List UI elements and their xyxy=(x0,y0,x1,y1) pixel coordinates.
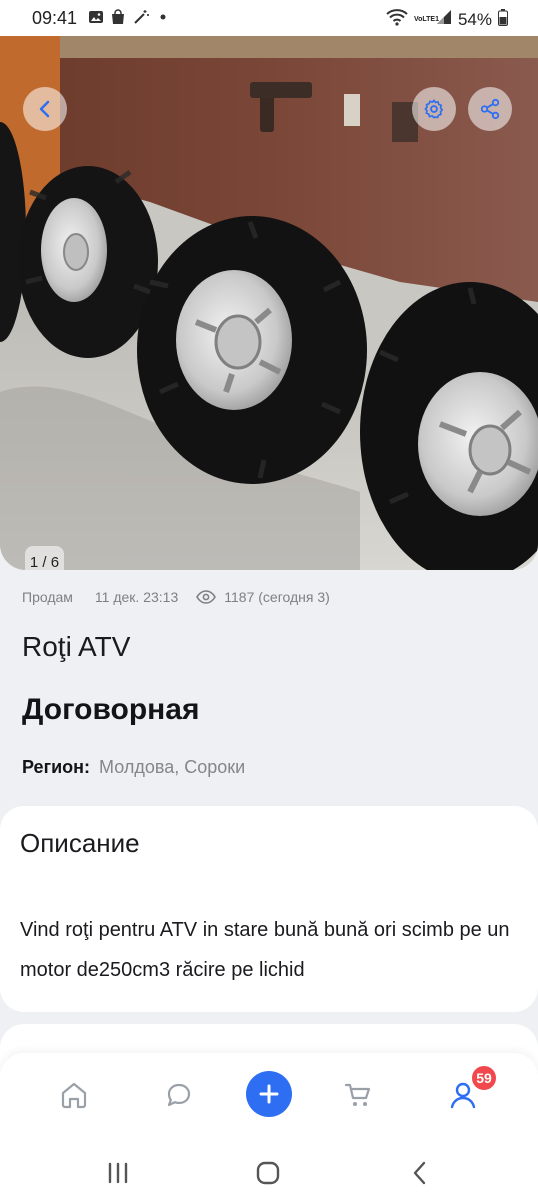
share-button[interactable] xyxy=(468,87,512,131)
recents-icon xyxy=(108,1162,128,1184)
home-icon xyxy=(61,1082,87,1109)
nav-cart[interactable] xyxy=(336,1073,380,1117)
description-heading: Описание xyxy=(20,828,140,858)
listing-title: Roţi ATV xyxy=(22,631,131,662)
battery-icon xyxy=(498,8,508,31)
battery-percent: 54% xyxy=(457,9,492,29)
nav-home[interactable] xyxy=(52,1073,96,1117)
profile-badge: 59 xyxy=(470,1064,498,1092)
system-home-button[interactable] xyxy=(248,1153,288,1193)
wifi-icon xyxy=(386,8,408,31)
chat-icon xyxy=(167,1083,191,1107)
listing-photo[interactable]: 1 / 6 xyxy=(0,32,538,570)
nav-messages[interactable] xyxy=(157,1073,201,1117)
magic-wand-icon xyxy=(132,9,150,30)
system-back-button[interactable] xyxy=(400,1153,440,1193)
description-text: Vind roţi pentru ATV in stare bună bună … xyxy=(20,919,510,981)
dot-icon xyxy=(156,9,170,30)
network-label: VoLTE1 xyxy=(413,15,439,23)
status-time: 09:41 xyxy=(32,8,78,28)
back-button[interactable] xyxy=(23,87,67,131)
system-recents-button[interactable] xyxy=(98,1153,138,1193)
listing-date: 11 дек. 23:13 xyxy=(94,589,179,605)
system-navigation xyxy=(0,1143,538,1200)
add-icon xyxy=(259,1084,279,1104)
cart-icon xyxy=(344,1083,371,1106)
photo-counter: 1 / 6 xyxy=(25,546,64,570)
region-value: Молдова, Сороки xyxy=(99,757,246,777)
listing-region: Регион: Молдова, Сороки xyxy=(22,757,245,778)
back-chevron-icon xyxy=(413,1161,426,1185)
listing-views: 1187 (сегодня 3) xyxy=(224,589,330,605)
status-bar: 09:41 VoLTE1 54% xyxy=(0,0,538,36)
listing-type: Продам xyxy=(22,589,73,605)
listing-meta: Продам 11 дек. 23:13 1187 (сегодня 3) xyxy=(22,589,330,605)
eye-icon xyxy=(196,590,217,604)
share-icon xyxy=(480,98,500,120)
atv-wheels-photo xyxy=(0,32,538,570)
region-label: Регион: xyxy=(22,757,90,777)
settings-gear-icon xyxy=(424,99,444,119)
bottom-navigation xyxy=(0,1053,538,1143)
gallery-icon xyxy=(88,9,104,30)
description-card: Описание Vind roţi pentru ATV in stare b… xyxy=(0,806,538,1012)
nav-add-listing[interactable] xyxy=(246,1071,292,1117)
settings-button[interactable] xyxy=(412,87,456,131)
bag-icon xyxy=(110,9,126,30)
back-arrow-icon xyxy=(39,100,50,118)
home-circle-icon xyxy=(256,1161,280,1185)
signal-icon xyxy=(436,9,452,30)
listing-price: Договорная xyxy=(22,693,200,726)
